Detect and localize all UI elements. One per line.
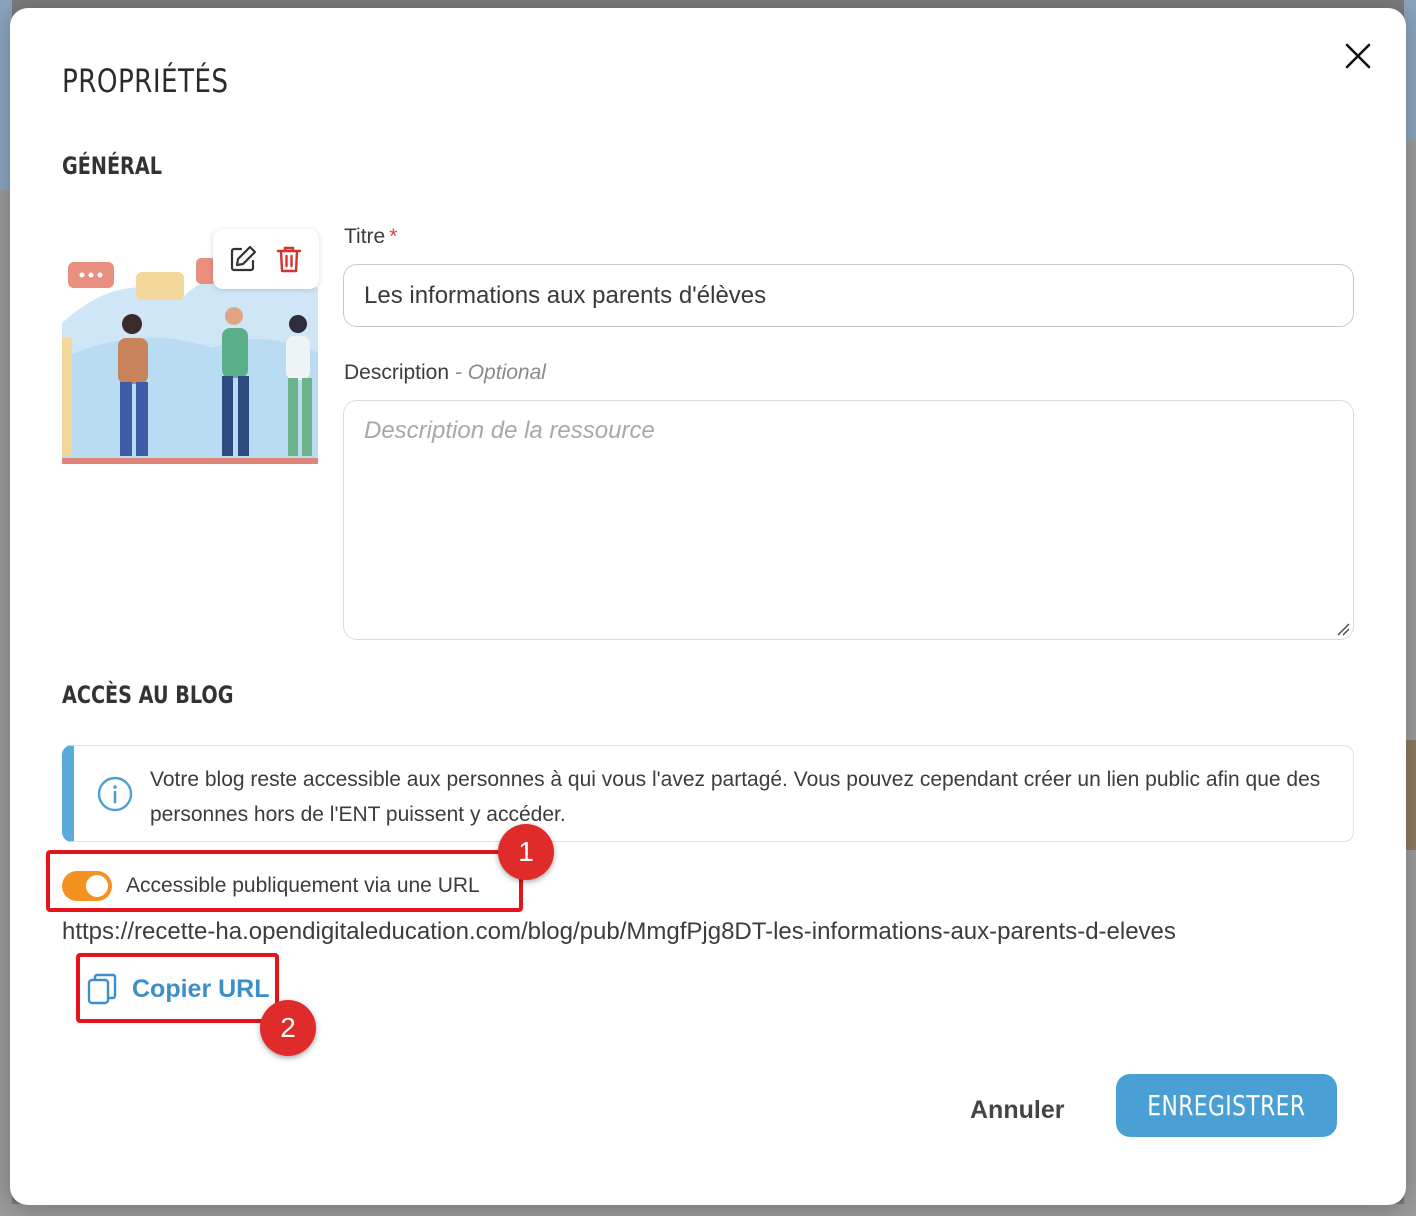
required-mark: * (389, 225, 398, 248)
optional-mark: - Optional (454, 361, 546, 384)
section-title-access: ACCÈS AU BLOG (62, 681, 234, 709)
resize-grip-icon[interactable] (1336, 622, 1350, 636)
highlight-box-copy (76, 953, 279, 1023)
cancel-button[interactable]: Annuler (970, 1086, 1064, 1134)
title-label-text: Titre (344, 225, 386, 248)
highlight-box-toggle (46, 850, 523, 912)
thumbnail-actions (213, 229, 319, 289)
save-button-label: ENREGISTRER (1147, 1089, 1306, 1122)
title-input[interactable] (343, 264, 1354, 327)
title-label: Titre * (344, 225, 397, 249)
description-label-text: Description (344, 361, 450, 384)
close-icon (1345, 43, 1371, 69)
edit-image-button[interactable] (227, 243, 259, 275)
step-badge-1: 1 (498, 824, 554, 880)
info-alert: Votre blog reste accessible aux personne… (62, 745, 1354, 842)
delete-image-button[interactable] (273, 243, 305, 275)
close-button[interactable] (1340, 38, 1376, 74)
description-textarea[interactable] (343, 400, 1354, 640)
backdrop-bottom (0, 1204, 1416, 1216)
info-alert-text: Votre blog reste accessible aux personne… (150, 768, 1321, 826)
save-button[interactable]: ENREGISTRER (1116, 1074, 1337, 1137)
modal-title: PROPRIÉTÉS (62, 62, 229, 100)
step-badge-2: 2 (260, 1000, 316, 1056)
trash-icon (276, 246, 302, 273)
info-icon (97, 776, 133, 812)
description-label: Description - Optional (344, 361, 546, 385)
properties-modal: PROPRIÉTÉS GÉNÉRAL Titre * Les informati… (10, 8, 1406, 1205)
edit-icon (230, 245, 257, 272)
section-title-general: GÉNÉRAL (62, 152, 162, 180)
public-url-text: https://recette-ha.opendigitaleducation.… (62, 918, 1176, 945)
